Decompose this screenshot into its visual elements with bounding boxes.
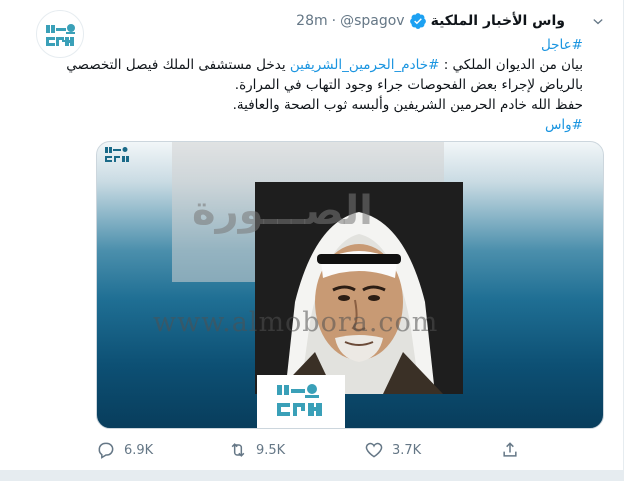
statement-suffix: يدخل مستشفى الملك فيصل التخصصي	[66, 57, 290, 73]
chevron-down-icon[interactable]	[590, 14, 606, 30]
spa-small-logo-icon	[105, 147, 129, 162]
reply-action[interactable]: 6.9K	[96, 440, 153, 460]
reply-icon[interactable]	[96, 440, 116, 460]
like-action[interactable]: 3.7K	[364, 440, 421, 460]
retweet-action[interactable]: 9.5K	[228, 440, 285, 460]
retweet-icon[interactable]	[228, 440, 248, 460]
spa-logo-icon	[46, 24, 75, 46]
like-count: 3.7K	[392, 442, 422, 458]
tweet-media-image[interactable]: الصـــورة www.almobora.com	[96, 141, 604, 429]
tweet-line-riyadh: بالرياض لإجراء بعض الفحوصات جراء وجود ال…	[234, 77, 583, 93]
verified-badge-icon	[409, 13, 426, 29]
tweet-header: 28m · @spagov واس الأخبار الملكية	[296, 10, 565, 32]
retweet-count: 9.5K	[256, 442, 286, 458]
timeline-divider	[0, 470, 624, 481]
share-icon[interactable]	[500, 440, 520, 460]
display-name[interactable]: واس الأخبار الملكية	[431, 13, 565, 29]
share-action[interactable]	[500, 440, 520, 460]
watermark-url: www.almobora.com	[153, 307, 439, 338]
separator-dot: ·	[331, 13, 337, 29]
reply-count: 6.9K	[124, 442, 154, 458]
spa-large-logo-icon	[277, 384, 322, 416]
tweet-line-prayer: حفظ الله خادم الحرمين الشريفين وألبسه ثو…	[232, 97, 583, 113]
tweet-card[interactable]: 28m · @spagov واس الأخبار الملكية #عاجل …	[0, 0, 624, 470]
hashtag-custodian[interactable]: #خادم_الحرمين_الشريفين	[290, 57, 440, 73]
tweet-actions: 6.9K 9.5K 3.7K	[96, 440, 536, 460]
user-handle[interactable]: @spagov	[340, 13, 405, 29]
tweet-time[interactable]: 28m	[296, 13, 327, 29]
tweet-line-statement: بيان من الديوان الملكي : #خادم_الحرمين_ا…	[66, 55, 583, 75]
hashtag-spa[interactable]: #واس	[83, 115, 583, 135]
spa-logo-card	[257, 375, 345, 428]
tweet-text: #عاجل بيان من الديوان الملكي : #خادم_الح…	[66, 35, 583, 135]
hashtag-urgent[interactable]: #عاجل	[83, 35, 583, 55]
avatar[interactable]	[36, 10, 84, 58]
watermark-arabic: الصـــورة	[192, 188, 373, 234]
statement-prefix: بيان من الديوان الملكي :	[439, 57, 583, 73]
heart-icon[interactable]	[364, 440, 384, 460]
